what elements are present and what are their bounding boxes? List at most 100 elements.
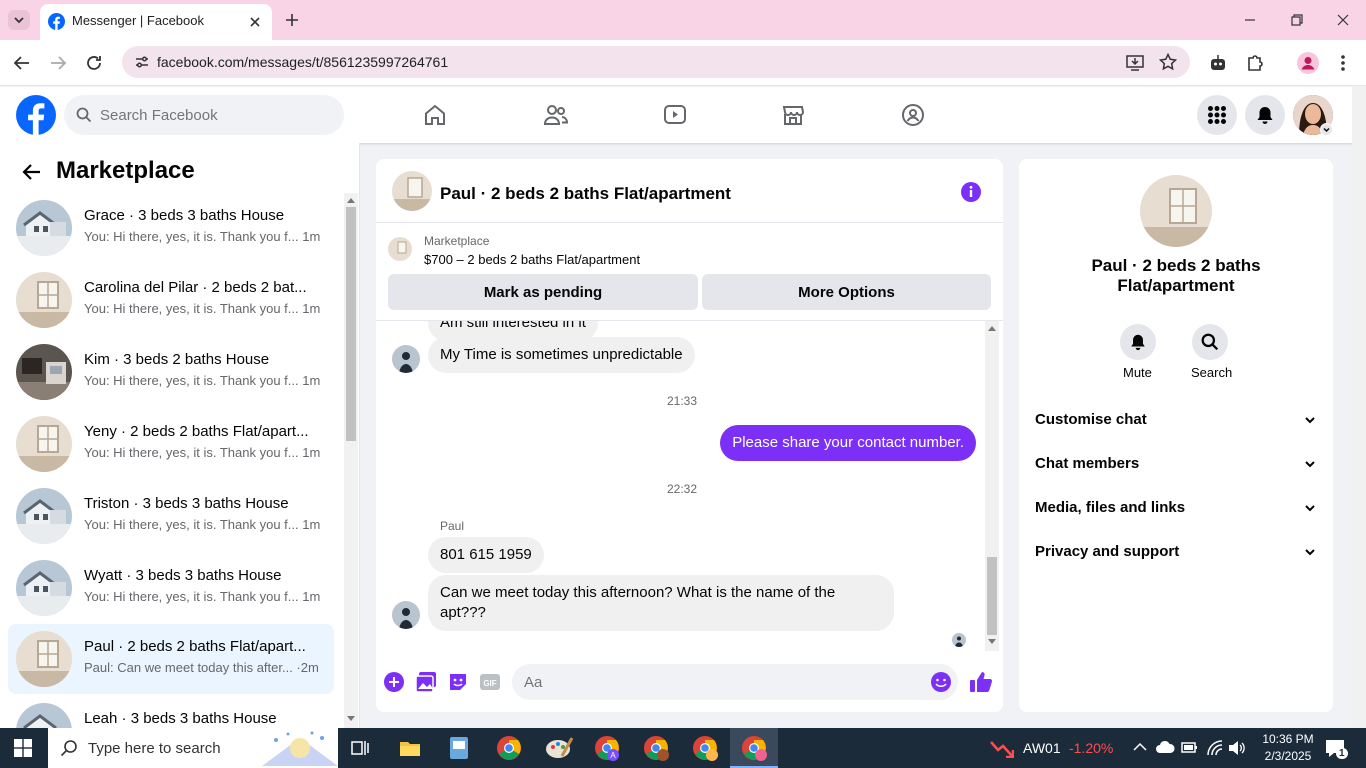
friends-icon[interactable] [543,103,569,127]
conversation-preview: You: Hi there, yes, it is. Thank you f..… [84,373,321,388]
file-explorer-icon[interactable] [399,737,421,759]
more-options-button[interactable]: More Options [702,274,991,310]
stock-chart-icon[interactable] [990,738,1014,758]
reload-icon[interactable] [85,54,103,72]
profile-avatar-icon[interactable] [1297,52,1319,74]
conversation-item[interactable]: Wyatt · 3 beds 3 baths House You: Hi the… [8,553,334,623]
clock-date[interactable]: 2/3/2025 [1257,749,1319,763]
forward-arrow-icon[interactable] [49,54,67,72]
scroll-up-icon[interactable] [347,197,355,203]
taskbar-search[interactable]: Type here to search [48,728,338,768]
site-settings-icon[interactable] [134,54,150,70]
clock-time[interactable]: 10:36 PM [1257,732,1319,746]
facebook-search[interactable] [64,95,344,135]
tab-close-icon[interactable] [248,15,262,29]
section-customise-chat[interactable]: Customise chat [1035,399,1317,443]
show-hidden-icons-chevron-icon[interactable] [1133,742,1147,752]
chrome-profile-icon[interactable] [640,732,672,764]
search-input[interactable] [100,95,330,135]
bookmark-star-icon[interactable] [1159,53,1177,71]
conversation-item[interactable]: Leah · 3 beds 3 baths House [8,696,334,728]
onedrive-cloud-icon[interactable] [1155,740,1175,754]
windows-taskbar: Type here to search A AW01 -1.20% 10:36 … [0,728,1366,768]
conversation-item[interactable]: Yeny · 2 beds 2 baths Flat/apart... You:… [8,409,334,479]
stock-ticker[interactable]: AW01 [1023,740,1061,756]
like-thumb-icon[interactable] [969,670,993,694]
info-icon[interactable] [960,181,982,203]
chrome-profile-icon [738,732,770,764]
volume-icon[interactable] [1228,740,1246,756]
conversation-item[interactable]: Triston · 3 beds 3 baths House You: Hi t… [8,481,334,551]
more-actions-plus-icon[interactable] [383,671,405,693]
mark-pending-button[interactable]: Mark as pending [388,274,698,310]
conversation-item[interactable]: Grace · 3 beds 3 baths House You: Hi the… [8,193,334,263]
chat-title[interactable]: Paul · 2 beds 2 baths Flat/apartment [440,184,731,204]
close-window-icon[interactable] [1336,13,1350,27]
bell-icon [1255,105,1275,125]
address-bar[interactable]: facebook.com/messages/t/8561235997264761 [122,46,1190,78]
video-icon[interactable] [663,103,687,127]
sender-avatar [392,345,420,373]
back-arrow-icon[interactable] [22,162,42,182]
back-arrow-icon[interactable] [13,54,31,72]
assistant-robot-icon[interactable] [1208,53,1228,73]
url-text[interactable]: facebook.com/messages/t/8561235997264761 [157,54,448,70]
message-input[interactable] [524,664,904,700]
scroll-down-icon[interactable] [988,639,996,645]
conversation-item-active[interactable]: Paul · 2 beds 2 baths Flat/apart... Paul… [8,624,334,694]
conversation-item[interactable]: Carolina del Pilar · 2 beds 2 bat... You… [8,265,334,335]
home-icon[interactable] [423,103,447,127]
restore-icon[interactable] [1290,13,1304,27]
section-privacy-support[interactable]: Privacy and support [1035,531,1317,575]
chat-header: Paul · 2 beds 2 baths Flat/apartment [376,159,1003,223]
browser-menu-icon[interactable] [1336,53,1350,73]
tab-search-chevron-icon[interactable] [8,10,30,30]
chat-avatar[interactable] [392,171,432,211]
active-taskbar-app[interactable] [730,728,778,768]
chrome-profile-icon[interactable]: A [591,732,623,764]
chrome-profile-icon[interactable] [689,732,721,764]
scroll-down-icon[interactable] [347,716,355,722]
search-in-chat-button[interactable] [1192,324,1228,360]
message-scrollbar[interactable] [985,321,999,651]
listing-avatar[interactable] [1140,175,1212,247]
marketplace-icon[interactable] [781,103,805,127]
wifi-icon[interactable] [1206,740,1224,756]
sticker-icon[interactable] [447,671,469,693]
attach-photo-icon[interactable] [415,671,437,693]
emoji-icon[interactable] [930,671,952,693]
section-chat-members[interactable]: Chat members [1035,443,1317,487]
battery-icon[interactable] [1181,740,1199,754]
message-bubble-incoming: Can we meet today this afternoon? What i… [428,575,894,631]
app-icon[interactable] [448,736,470,760]
page-scrollbar[interactable] [1352,87,1366,728]
section-media-files-links[interactable]: Media, files and links [1035,487,1317,531]
conversation-list-scrollbar[interactable] [344,193,358,728]
facebook-logo-icon[interactable] [16,95,56,135]
conversation-item[interactable]: Kim · 3 beds 2 baths House You: Hi there… [8,337,334,407]
chat-info-panel: Paul · 2 beds 2 baths Flat/apartment Mut… [1019,159,1333,712]
minimize-icon[interactable] [1243,13,1257,27]
menu-grid-button[interactable] [1197,95,1237,135]
chrome-icon[interactable] [493,732,525,764]
gif-icon[interactable]: GIF [479,671,501,693]
groups-icon[interactable] [901,103,925,127]
new-tab-icon[interactable] [284,12,300,28]
scroll-up-icon[interactable] [988,325,996,331]
extensions-puzzle-icon[interactable] [1245,53,1265,73]
account-chevron-icon[interactable] [1320,123,1333,136]
install-app-icon[interactable] [1126,53,1144,71]
windows-start-icon[interactable] [14,739,32,757]
message-composer[interactable] [512,664,958,700]
scroll-thumb[interactable] [987,557,997,635]
stock-change[interactable]: -1.20% [1069,740,1113,756]
listing-thumbnail [16,560,72,616]
paint-app-icon[interactable] [544,734,574,762]
scroll-thumb[interactable] [346,207,356,441]
notifications-button[interactable] [1245,95,1285,135]
section-label: Customise chat [1035,411,1147,428]
mute-button[interactable] [1120,324,1156,360]
listing-summary[interactable]: $700 – 2 beds 2 baths Flat/apartment [424,252,640,267]
task-view-icon[interactable] [350,738,370,758]
browser-tab[interactable]: Messenger | Facebook [40,4,272,40]
